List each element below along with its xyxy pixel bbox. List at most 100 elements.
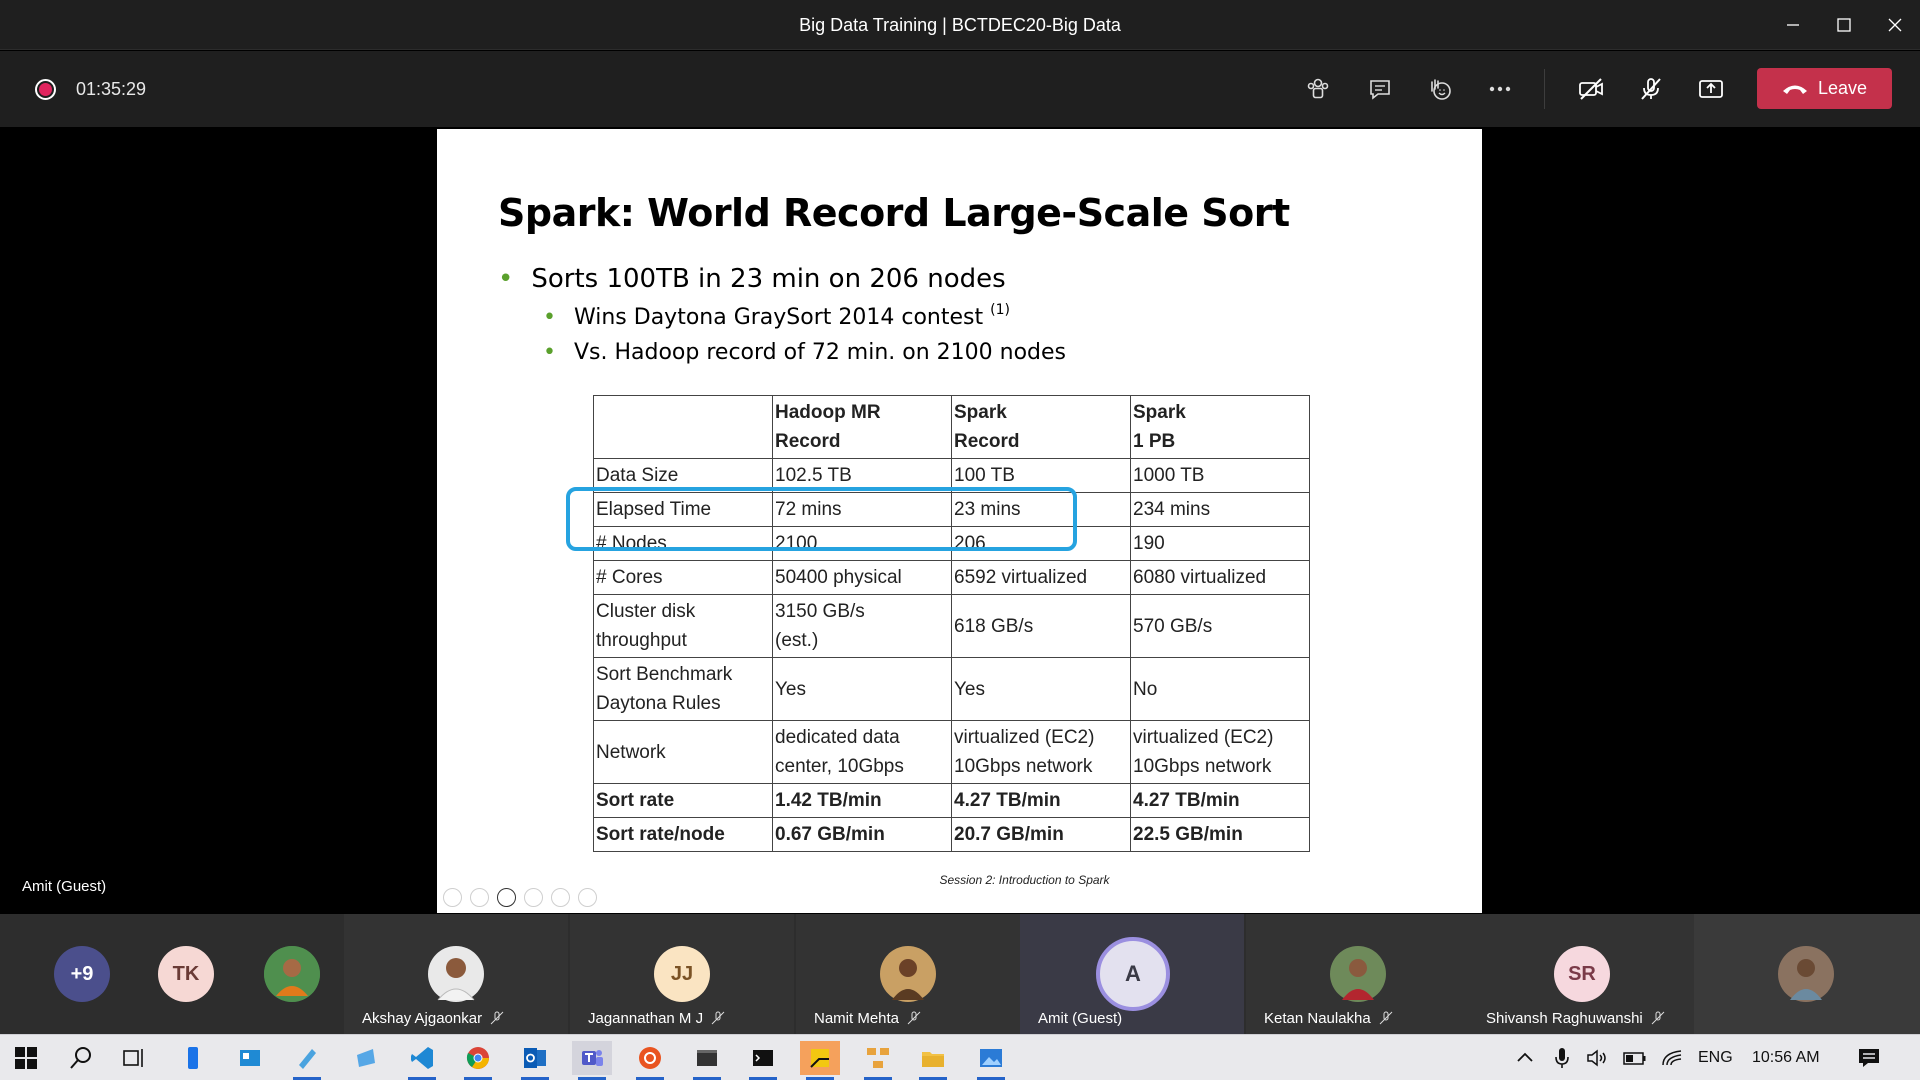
- participants-button[interactable]: [1296, 69, 1340, 109]
- avatar[interactable]: TK: [158, 946, 214, 1002]
- raise-hand-button[interactable]: [1418, 69, 1462, 109]
- taskbar-app-cmd[interactable]: [743, 1041, 783, 1080]
- taskbar-app-outlook[interactable]: [515, 1041, 555, 1080]
- leave-button[interactable]: Leave: [1757, 68, 1892, 109]
- avatar: JJ: [654, 946, 710, 1002]
- system-clock[interactable]: 10:56 AM: [1752, 1049, 1820, 1067]
- participant-name: Namit Mehta: [814, 1010, 921, 1027]
- maximize-icon: [1837, 18, 1851, 32]
- notifications-icon: [1859, 1049, 1879, 1067]
- taskbar-app-files[interactable]: [346, 1041, 386, 1075]
- participant-tile[interactable]: Namit Mehta: [796, 914, 1020, 1034]
- table-row-label: Sort Benchmark Daytona Rules: [593, 657, 773, 721]
- camera-off-icon: [1579, 78, 1603, 100]
- share-screen-button[interactable]: [1689, 69, 1733, 109]
- person-photo-icon: [880, 946, 936, 1002]
- table-cell: 6592 virtualized: [951, 560, 1131, 595]
- battery-icon: [1623, 1052, 1646, 1065]
- participant-tile-speaking[interactable]: A Amit (Guest): [1020, 914, 1244, 1034]
- close-button[interactable]: [1870, 0, 1920, 50]
- avatar: A: [1096, 937, 1170, 1011]
- notes-app-icon: [299, 1049, 316, 1069]
- mic-toggle-button[interactable]: [1629, 69, 1673, 109]
- taskbar-app-vscode[interactable]: [402, 1041, 442, 1080]
- start-button[interactable]: [6, 1041, 46, 1075]
- pen-icon[interactable]: [497, 888, 516, 907]
- taskbar-app-file-explorer[interactable]: [913, 1041, 953, 1080]
- more-slide-options-icon[interactable]: [578, 888, 597, 907]
- show-hidden-icons-button[interactable]: [1505, 1041, 1545, 1075]
- bullet-dot-icon: •: [543, 305, 556, 330]
- presenter-name-label: Amit (Guest): [22, 878, 107, 895]
- network-button[interactable]: [1653, 1041, 1693, 1075]
- taskbar-app-ubuntu[interactable]: [630, 1041, 670, 1080]
- table-cell: 3150 GB/s (est.): [772, 594, 952, 658]
- table-header-cell: Hadoop MR Record: [772, 395, 952, 459]
- taskbar-app-sticky-notes[interactable]: [800, 1041, 840, 1080]
- camera-toggle-button[interactable]: [1569, 69, 1613, 109]
- taskbar-app-phone[interactable]: [173, 1041, 213, 1075]
- battery-button[interactable]: [1615, 1041, 1655, 1075]
- avatar[interactable]: [264, 946, 320, 1002]
- participant-name: Ketan Naulakha: [1264, 1010, 1393, 1027]
- input-language-indicator[interactable]: ENG: [1698, 1049, 1733, 1067]
- phone-app-icon: [188, 1047, 198, 1069]
- taskbar-app-flow[interactable]: [858, 1041, 898, 1080]
- table-row-label: Network: [593, 720, 773, 784]
- taskbar-app-contacts[interactable]: [230, 1041, 270, 1075]
- taskbar-app-notes[interactable]: [287, 1041, 327, 1080]
- participant-name: Shivansh Raghuwanshi: [1486, 1010, 1665, 1027]
- participant-tile[interactable]: SR Shivansh Raghuwanshi: [1470, 914, 1694, 1034]
- person-photo-icon: [1778, 946, 1834, 1002]
- table-cell: 6080 virtualized: [1130, 560, 1310, 595]
- table-cell: virtualized (EC2) 10Gbps network: [951, 720, 1131, 784]
- participant-tile[interactable]: Akshay Ajgaonkar: [344, 914, 568, 1034]
- leave-label: Leave: [1817, 78, 1868, 98]
- participant-tile[interactable]: Ketan Naulakha: [1246, 914, 1470, 1034]
- table-header-row: Hadoop MR Record Spark Record Spark 1 PB: [593, 395, 1310, 459]
- next-slide-icon[interactable]: [470, 888, 489, 907]
- search-button[interactable]: [61, 1041, 101, 1075]
- table-cell: 50400 physical: [772, 560, 952, 595]
- more-participants-button[interactable]: +9: [54, 946, 110, 1002]
- taskbar-app-chrome[interactable]: [458, 1041, 498, 1080]
- microphone-tray-button[interactable]: [1542, 1041, 1582, 1075]
- minimize-button[interactable]: [1768, 0, 1818, 50]
- teams-icon: [582, 1050, 603, 1066]
- chevron-up-icon: [1517, 1052, 1533, 1062]
- cloud-app-icon: [357, 1049, 375, 1067]
- chat-button[interactable]: [1358, 69, 1402, 109]
- mic-off-icon: [1651, 1011, 1665, 1025]
- participant-tile[interactable]: [1694, 914, 1920, 1034]
- slide-navigation-controls: [443, 888, 597, 907]
- taskbar-app-teams[interactable]: [572, 1041, 612, 1080]
- more-options-button[interactable]: [1478, 69, 1522, 109]
- action-center-button[interactable]: [1849, 1041, 1889, 1075]
- reactions-icon: [1431, 79, 1451, 100]
- taskbar-app-photos[interactable]: [971, 1041, 1011, 1080]
- table-row: Network dedicated data center, 10Gbps virtu…: [593, 720, 1310, 784]
- volume-button[interactable]: [1578, 1041, 1618, 1075]
- hang-up-icon: [1782, 85, 1807, 94]
- avatar: [1330, 946, 1386, 1002]
- maximize-button[interactable]: [1819, 0, 1869, 50]
- table-row: Sort Benchmark Daytona Rules Yes Yes No: [593, 657, 1310, 721]
- table-row-label: Sort rate/node: [593, 817, 773, 852]
- terminal-icon: [697, 1050, 717, 1066]
- window-title-bar: Big Data Training | BCTDEC20-Big Data: [0, 0, 1920, 50]
- table-header-cell: Spark 1 PB: [1130, 395, 1310, 459]
- chrome-icon: [466, 1047, 489, 1069]
- flow-diagram-icon: [867, 1048, 889, 1068]
- slides-grid-icon[interactable]: [524, 888, 543, 907]
- windows-logo-icon: [15, 1047, 37, 1069]
- ubuntu-icon: [639, 1047, 661, 1069]
- wifi-icon: [1662, 1050, 1682, 1066]
- participant-name: Jagannathan M J: [588, 1010, 725, 1027]
- participant-tile[interactable]: JJ Jagannathan M J: [570, 914, 794, 1034]
- avatar: [428, 946, 484, 1002]
- taskbar-app-terminal[interactable]: [687, 1041, 727, 1080]
- previous-slide-icon[interactable]: [443, 888, 462, 907]
- zoom-icon[interactable]: [551, 888, 570, 907]
- table-row: Cluster disk throughput 3150 GB/s (est.) 618…: [593, 594, 1310, 658]
- task-view-button[interactable]: [114, 1041, 154, 1075]
